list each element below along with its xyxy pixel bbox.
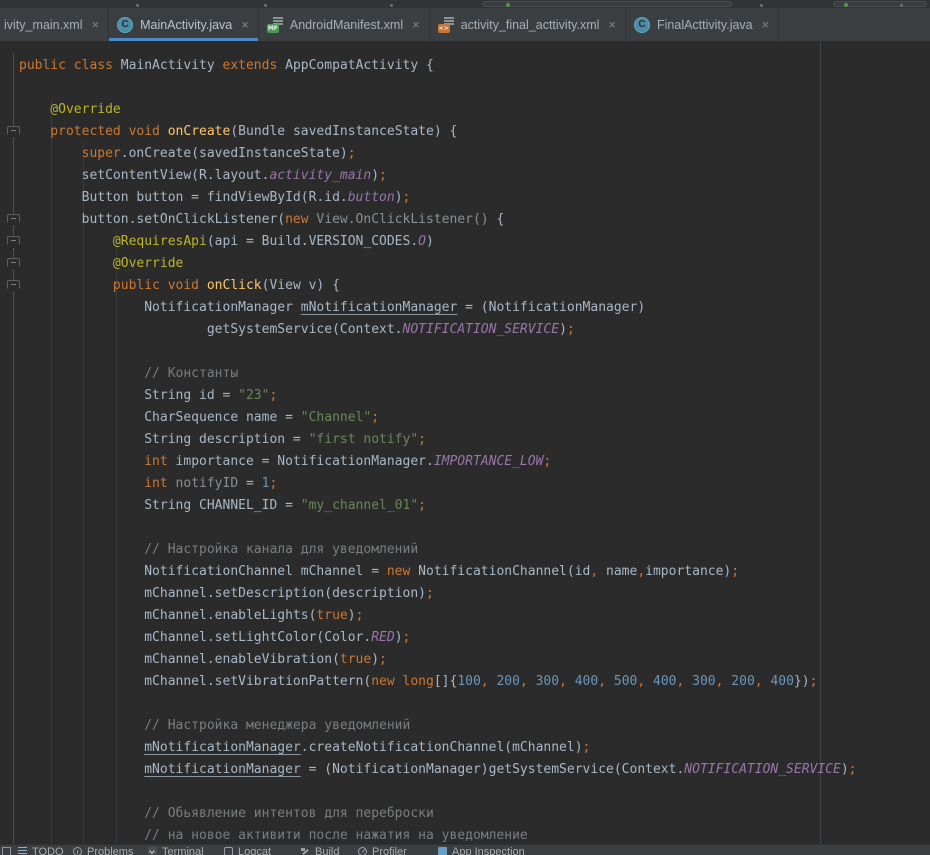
code-line[interactable]: setContentView(R.layout.activity_main); <box>19 165 930 187</box>
tab-finalacttivity-java[interactable]: C FinalActtivity.java × <box>626 8 779 41</box>
xml-badge: <> <box>438 24 450 33</box>
toolwindow-build[interactable]: Build <box>301 846 339 855</box>
toolwindow-logcat[interactable]: Logcat <box>224 846 271 855</box>
tab-androidmanifest-xml[interactable]: MF AndroidManifest.xml × <box>259 8 430 41</box>
editor[interactable]: −−−−− public class MainActivity extends … <box>0 41 930 855</box>
code-line[interactable]: getSystemService(Context.NOTIFICATION_SE… <box>19 319 930 341</box>
toolwindow-problems[interactable]: Problems <box>73 846 133 855</box>
code-line[interactable]: mChannel.enableLights(true); <box>19 605 930 627</box>
code-line[interactable]: mNotificationManager.createNotificationC… <box>19 737 930 759</box>
code-line[interactable]: button.setOnClickListener(new View.OnCli… <box>19 209 930 231</box>
editor-tab-bar: ivity_main.xml × C MainActivity.java × M… <box>0 8 930 41</box>
tab-label: ivity_main.xml <box>4 18 83 32</box>
code-line[interactable]: protected void onCreate(Bundle savedInst… <box>19 121 930 143</box>
code-line[interactable]: NotificationChannel mChannel = new Notif… <box>19 561 930 583</box>
window-icon <box>2 847 11 855</box>
code-line[interactable]: mNotificationManager = (NotificationMana… <box>19 759 930 781</box>
manifest-file-icon: MF <box>267 17 283 33</box>
code-line[interactable]: String CHANNEL_ID = "my_channel_01"; <box>19 495 930 517</box>
code-line[interactable]: int notifyID = 1; <box>19 473 930 495</box>
close-icon[interactable]: × <box>92 18 100 31</box>
run-icon <box>844 3 848 7</box>
code-line[interactable]: @Override <box>19 253 930 275</box>
app-inspection-icon <box>438 847 447 855</box>
close-icon[interactable]: × <box>241 18 249 31</box>
toolwindow-label: TODO <box>32 846 64 855</box>
code-line[interactable]: mChannel.setVibrationPattern(new long[]{… <box>19 671 930 693</box>
code-line[interactable]: public class MainActivity extends AppCom… <box>19 55 930 77</box>
code-line[interactable] <box>19 781 930 803</box>
code-line[interactable]: // Настройка канала для уведомлений <box>19 539 930 561</box>
code-line[interactable]: Button button = findViewById(R.id.button… <box>19 187 930 209</box>
tab-label: FinalActtivity.java <box>657 18 753 32</box>
code-line[interactable]: @Override <box>19 99 930 121</box>
code-line[interactable]: int importance = NotificationManager.IMP… <box>19 451 930 473</box>
toolwindow-app-inspection[interactable]: App Inspection <box>438 846 525 855</box>
toolwindow-label: Build <box>315 846 339 855</box>
tab-activity-main-xml[interactable]: ivity_main.xml × <box>0 8 109 41</box>
java-class-icon: C <box>117 17 133 33</box>
terminal-icon <box>148 847 157 855</box>
code-line[interactable]: // Настройка менеджера уведомлений <box>19 715 930 737</box>
manifest-badge: MF <box>267 24 279 33</box>
tab-label: MainActivity.java <box>140 18 232 32</box>
tool-window-bar: TODO Problems Terminal Logcat Build Prof… <box>0 844 930 855</box>
code-line[interactable]: // Обьявление интентов для переброски <box>19 803 930 825</box>
toolwindow-label: Problems <box>87 846 133 855</box>
profiler-icon <box>358 847 367 855</box>
toolbar-icon <box>900 4 903 7</box>
code-line[interactable]: super.onCreate(savedInstanceState); <box>19 143 930 165</box>
toolwindow-terminal[interactable]: Terminal <box>148 846 204 855</box>
toolwindow-label: Logcat <box>238 846 271 855</box>
tab-mainactivity-java[interactable]: C MainActivity.java × <box>109 8 259 41</box>
close-icon[interactable]: × <box>608 18 616 31</box>
tab-label: AndroidManifest.xml <box>290 18 403 32</box>
close-icon[interactable]: × <box>412 18 420 31</box>
toolwindow-label: App Inspection <box>452 846 525 855</box>
code-line[interactable]: // Константы <box>19 363 930 385</box>
code-line[interactable] <box>19 341 930 363</box>
code-line[interactable]: mChannel.enableVibration(true); <box>19 649 930 671</box>
code-line[interactable]: String description = "first notify"; <box>19 429 930 451</box>
code-line[interactable] <box>19 693 930 715</box>
java-class-icon: C <box>634 17 650 33</box>
toolwindow-todo[interactable]: TODO <box>18 846 64 855</box>
code-line[interactable]: @RequiresApi(api = Build.VERSION_CODES.O… <box>19 231 930 253</box>
toolbar-remnant <box>482 1 732 7</box>
code-line[interactable] <box>19 77 930 99</box>
toolwindow-label: Terminal <box>162 846 204 855</box>
tab-activity-final-acttivity-xml[interactable]: <> activity_final_acttivity.xml × <box>430 8 626 41</box>
code-line[interactable] <box>19 517 930 539</box>
toolwindow-label: Profiler <box>372 846 407 855</box>
toolbar-icon <box>264 4 267 7</box>
problems-icon <box>73 847 82 855</box>
tool-window-corner-button[interactable] <box>2 846 11 855</box>
code-line[interactable]: String id = "23"; <box>19 385 930 407</box>
toolbar-icon <box>390 4 393 7</box>
code-line[interactable]: mChannel.setDescription(description); <box>19 583 930 605</box>
close-icon[interactable]: × <box>762 18 770 31</box>
run-icon <box>506 3 510 7</box>
toolbar-icon <box>760 4 763 7</box>
logcat-icon <box>224 847 233 855</box>
tab-label: activity_final_acttivity.xml <box>461 18 600 32</box>
toolwindow-profiler[interactable]: Profiler <box>358 846 407 855</box>
layout-xml-icon: <> <box>438 17 454 33</box>
toolbar-icon <box>136 4 139 7</box>
code-line[interactable]: public void onClick(View v) { <box>19 275 930 297</box>
code-area[interactable]: public class MainActivity extends AppCom… <box>0 55 930 847</box>
build-hammer-icon <box>301 847 310 855</box>
code-line[interactable]: CharSequence name = "Channel"; <box>19 407 930 429</box>
code-line[interactable]: mChannel.setLightColor(Color.RED); <box>19 627 930 649</box>
todo-list-icon <box>18 847 27 855</box>
code-line[interactable]: NotificationManager mNotificationManager… <box>19 297 930 319</box>
